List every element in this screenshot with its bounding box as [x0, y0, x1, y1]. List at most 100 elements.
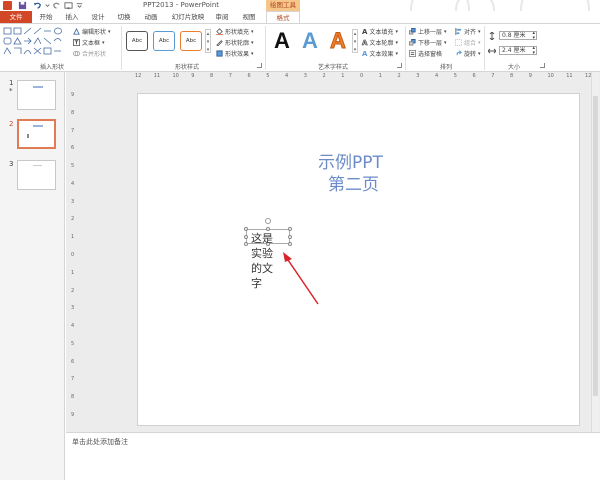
shapes-gallery[interactable]	[3, 27, 69, 61]
chevron-down-icon: ▾	[102, 39, 105, 46]
slide-thumbnail-1[interactable]	[17, 80, 56, 110]
chevron-down-icon: ▾	[251, 39, 254, 46]
tab-view[interactable]: 视图	[238, 11, 260, 23]
wordart-style-black[interactable]: A	[274, 28, 290, 54]
rotate-icon	[456, 50, 462, 56]
text-effects-label: 文本效果	[369, 51, 394, 58]
spinner-icon[interactable]: ▴ ▾	[532, 31, 535, 41]
tab-slideshow[interactable]: 幻灯片放映	[168, 11, 208, 23]
dialog-launcher-icon[interactable]	[257, 63, 262, 68]
ruler-tick-label: 9	[71, 92, 75, 98]
bring-forward-button[interactable]: 上移一层 ▾	[409, 27, 447, 36]
align-button[interactable]: 对齐 ▾	[455, 27, 481, 36]
powerpoint-logo-icon	[3, 1, 12, 10]
resize-handle[interactable]	[288, 242, 292, 246]
ruler-tick-label: 7	[228, 73, 232, 79]
slide-title-line-2[interactable]: 第二页	[328, 170, 379, 195]
text-line-1[interactable]: 这是	[251, 232, 273, 245]
text-box-button[interactable]: 文本框 ▾	[73, 38, 105, 47]
resize-handle[interactable]	[266, 227, 270, 231]
text-line-4[interactable]: 字	[251, 277, 262, 290]
text-fill-button[interactable]: A 文本填充 ▾	[362, 27, 398, 37]
chevron-down-icon[interactable]	[43, 1, 52, 10]
thumbnail-title-mark	[33, 165, 42, 166]
gallery-scroll[interactable]: ▴ ▾ ▾	[352, 29, 358, 53]
shape-height-field[interactable]: 0.8 厘米 ▴ ▾	[488, 31, 544, 41]
shape-style-1[interactable]: Abc	[126, 31, 148, 51]
text-line-3[interactable]: 的文	[251, 262, 273, 275]
resize-handle[interactable]	[244, 242, 248, 246]
gallery-scroll[interactable]: ▴ ▾ ▾	[205, 29, 211, 53]
slide-canvas[interactable]: 示例PPT 第二页 这是 实验 的文 字	[137, 93, 580, 426]
ruler-tick-label: 6	[71, 145, 75, 152]
notes-pane[interactable]: 单击此处添加备注	[66, 432, 600, 480]
dialog-launcher-icon[interactable]	[397, 63, 402, 68]
merge-shapes-button[interactable]: 合并形状	[73, 49, 106, 58]
text-outline-button[interactable]: A 文本轮廓 ▾	[362, 38, 398, 47]
start-slideshow-icon[interactable]	[64, 1, 73, 10]
tab-format[interactable]: 格式	[266, 11, 300, 23]
edit-shape-button[interactable]: 编辑形状 ▾	[73, 27, 111, 36]
ruler-tick-label: 4	[285, 73, 289, 79]
ruler-tick-label: 3	[71, 198, 75, 205]
shape-width-field[interactable]: 2.4 厘米 ▴ ▾	[488, 46, 544, 56]
annotation-arrow	[283, 252, 319, 305]
tab-insert[interactable]: 插入	[62, 11, 82, 23]
text-effects-button[interactable]: A 文本效果 ▾	[362, 49, 398, 59]
notes-placeholder[interactable]: 单击此处添加备注	[72, 437, 128, 447]
ruler-tick-label: 2	[322, 73, 326, 79]
scrollbar-thumb[interactable]	[593, 96, 598, 396]
tab-design[interactable]: 设计	[88, 11, 108, 23]
text-effects-icon: A	[362, 49, 368, 58]
shape-effects-button[interactable]: 形状效果 ▾	[216, 49, 254, 58]
shape-style-2[interactable]: Abc	[153, 31, 175, 51]
slide-thumbnail-3[interactable]	[17, 160, 56, 190]
ruler-tick-label: 4	[71, 323, 75, 330]
spinner-icon[interactable]: ▴ ▾	[532, 46, 535, 56]
customize-toolbar-icon[interactable]	[75, 1, 84, 10]
group-button[interactable]: 组合 ▾	[455, 38, 481, 47]
ruler-tick-label: 8	[510, 73, 514, 79]
shape-effects-label: 形状效果	[225, 51, 250, 58]
window-title: PPT2013 - PowerPoint	[143, 1, 220, 9]
wordart-style-blue[interactable]: A	[302, 28, 318, 54]
text-line-2[interactable]: 实验	[251, 247, 273, 260]
send-backward-button[interactable]: 下移一层 ▾	[409, 38, 447, 47]
redo-icon[interactable]	[52, 1, 61, 10]
ruler-tick-label: 2	[397, 73, 401, 79]
tab-transitions[interactable]: 切换	[114, 11, 134, 23]
chevron-down-icon: ▾	[395, 28, 398, 35]
vertical-scrollbar[interactable]	[591, 72, 599, 432]
thumbnail-title-mark	[33, 125, 43, 127]
save-icon[interactable]	[18, 1, 27, 10]
shape-fill-button[interactable]: 形状填充 ▾	[216, 27, 254, 36]
shape-outline-label: 形状轮廓	[225, 40, 250, 47]
chevron-down-icon: ▾	[478, 39, 481, 46]
rotate-handle[interactable]	[265, 218, 271, 224]
wordart-style-orange[interactable]: A	[330, 28, 347, 54]
tab-review[interactable]: 审阅	[212, 11, 232, 23]
shape-style-3[interactable]: Abc	[180, 31, 202, 51]
ruler-tick-label: 3	[303, 73, 307, 79]
resize-handle[interactable]	[288, 235, 292, 239]
selection-pane-button[interactable]: 选择窗格	[409, 49, 442, 58]
slide-number: 3	[9, 160, 14, 168]
tab-file[interactable]: 文件	[0, 11, 32, 23]
rotate-button[interactable]: 旋转 ▾	[455, 49, 481, 58]
undo-icon[interactable]	[33, 1, 42, 10]
selection-pane-label: 选择窗格	[418, 51, 443, 58]
dialog-launcher-icon[interactable]	[540, 63, 545, 68]
width-input[interactable]: 2.4 厘米 ▴ ▾	[499, 46, 537, 56]
tab-home[interactable]: 开始	[36, 11, 56, 23]
resize-handle[interactable]	[244, 227, 248, 231]
tab-animations[interactable]: 动画	[140, 11, 162, 23]
ruler-tick-label: 10	[172, 73, 179, 79]
ruler-tick-label: 5	[71, 340, 75, 347]
shape-outline-button[interactable]: 形状轮廓 ▾	[216, 38, 254, 47]
height-input[interactable]: 0.8 厘米 ▴ ▾	[499, 31, 537, 41]
slide-thumbnail-2[interactable]	[17, 119, 56, 149]
resize-handle[interactable]	[244, 235, 248, 239]
group-divider	[484, 26, 485, 70]
resize-handle[interactable]	[288, 227, 292, 231]
title-bar: PPT2013 - PowerPoint 绘图工具	[0, 0, 600, 45]
